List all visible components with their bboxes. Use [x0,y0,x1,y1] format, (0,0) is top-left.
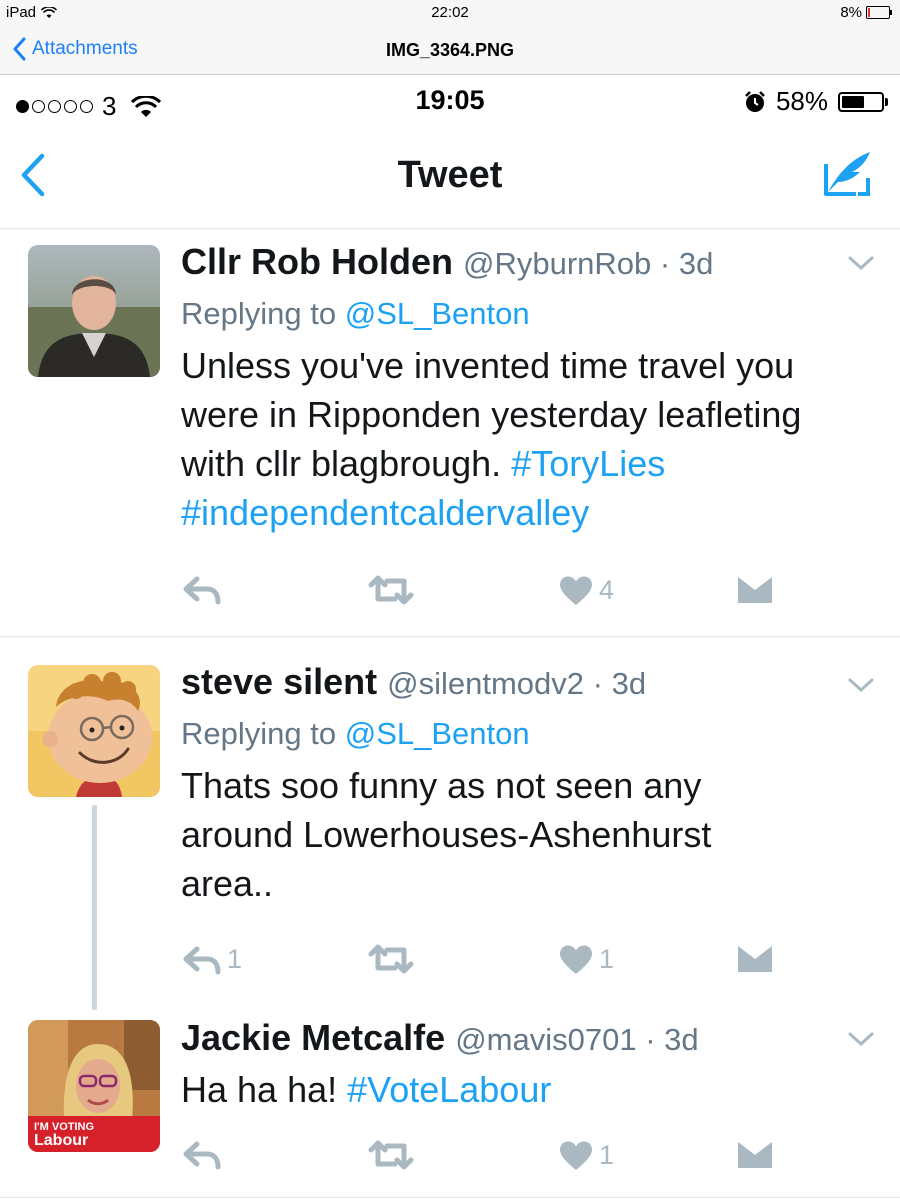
dm-button[interactable] [737,1140,773,1170]
avatar[interactable] [28,665,160,797]
page-title: Tweet [397,154,503,196]
like-button[interactable]: 1 [559,944,614,975]
meta-separator: · [636,1022,665,1057]
thread-connector [92,805,97,1010]
tweet-age: 3d [611,666,647,701]
avatar-image [28,665,160,797]
reply-icon [183,1141,221,1170]
tweet-item[interactable]: Cllr Rob Holden @RyburnRob · 3d Replying… [0,229,900,635]
dm-button[interactable] [737,575,773,605]
replying-prefix: Replying to [181,296,337,331]
tweet-actions: 1 [181,1140,801,1180]
tweet-text: Ha ha ha! #VoteLabour [181,1065,860,1114]
tweet-text-body: Ha ha ha! [181,1069,338,1110]
meta-separator: · [651,246,679,281]
replying-to: Replying to @SL_Benton [181,293,860,335]
tweet-item[interactable]: steve silent @silentmodv2 · 3d Replying … [0,637,900,1009]
battery-low-icon [866,6,892,19]
like-count: 4 [599,575,615,605]
tweet-header: Tweet [0,124,900,229]
caret-down-icon [848,256,874,271]
battery-icon [838,91,888,112]
phone-status-bar: 3 19:05 58% [0,76,900,124]
reply-button[interactable] [183,1140,227,1170]
author-name[interactable]: Jackie Metcalfe [181,1017,445,1058]
compose-button[interactable] [822,148,874,205]
meta-separator: · [584,666,612,701]
compose-icon [824,152,870,196]
tweet-text: Thats soo funny as not seen any around L… [181,765,712,904]
reply-icon [183,576,221,605]
tweet-actions: 4 [181,575,801,615]
like-button[interactable]: 4 [559,575,614,606]
tweet-menu-button[interactable] [848,255,874,276]
retweet-button[interactable] [367,944,421,974]
dm-icon [738,946,772,972]
avatar[interactable] [28,245,160,377]
retweet-icon [368,944,414,974]
hashtag[interactable]: #VoteLabour [347,1069,551,1110]
battery-fill [842,95,865,108]
dm-icon [738,1142,772,1168]
tweet-author-line: Jackie Metcalfe @mavis0701 · 3d [181,1017,860,1061]
tweet-menu-button[interactable] [848,677,874,698]
tweet-age: 3d [678,246,714,281]
viewer-nav-bar: Attachments IMG_3364.PNG [0,26,900,75]
author-handle[interactable]: @RyburnRob [463,246,651,281]
like-icon [560,1141,592,1170]
caret-down-icon [848,1032,874,1047]
reply-button[interactable]: 1 [183,944,242,975]
avatar[interactable]: I'M VOTING Labour [28,1020,160,1152]
author-handle[interactable]: @silentmodv2 [387,666,584,701]
voting-labour-badge: I'M VOTING Labour [34,1121,94,1149]
tweet-text: Unless you've invented time travel you w… [181,341,860,537]
avatar-image [28,245,160,377]
tweet-text-body: Unless you've invented time travel you w… [181,345,802,484]
tweet-actions: 1 1 [181,944,801,984]
ipad-status-bar: iPad 22:02 8% [0,0,900,26]
dm-icon [738,577,772,603]
tweet-menu-button[interactable] [848,1031,874,1052]
reply-icon [183,946,221,974]
ipad-time: 22:02 [431,4,469,21]
dm-button[interactable] [737,944,773,974]
replying-to-handle[interactable]: @SL_Benton [345,716,530,751]
like-button[interactable]: 1 [559,1140,614,1171]
author-handle[interactable]: @mavis0701 [455,1022,636,1057]
retweet-button[interactable] [367,1140,421,1170]
badge-line-2: Labour [34,1132,89,1149]
replying-prefix: Replying to [181,716,337,751]
tweet-divider [0,1197,900,1198]
phone-battery-percent: 58% [775,86,828,116]
tweet-age: 3d [664,1022,699,1057]
author-name[interactable]: Cllr Rob Holden [181,241,453,282]
tweet-item[interactable]: I'M VOTING Labour Jackie Metcalfe @mavis… [0,1005,900,1200]
viewer-title: IMG_3364.PNG [385,40,515,60]
caret-down-icon [848,678,874,693]
like-count: 1 [599,944,615,974]
retweet-icon [368,575,414,605]
reply-button[interactable] [183,575,227,605]
replying-to: Replying to @SL_Benton [181,713,860,755]
retweet-icon [368,1140,414,1170]
ipad-battery-percent: 8% [840,4,862,21]
like-count: 1 [599,1140,615,1170]
tweet-author-line: Cllr Rob Holden @RyburnRob · 3d [181,241,860,285]
tweet-author-line: steve silent @silentmodv2 · 3d [181,661,860,705]
reply-count: 1 [227,944,243,974]
replying-to-handle[interactable]: @SL_Benton [345,296,530,331]
like-icon [560,945,592,974]
author-name[interactable]: steve silent [181,661,377,702]
retweet-button[interactable] [367,575,421,605]
like-icon [560,576,592,605]
alarm-icon [745,90,765,112]
